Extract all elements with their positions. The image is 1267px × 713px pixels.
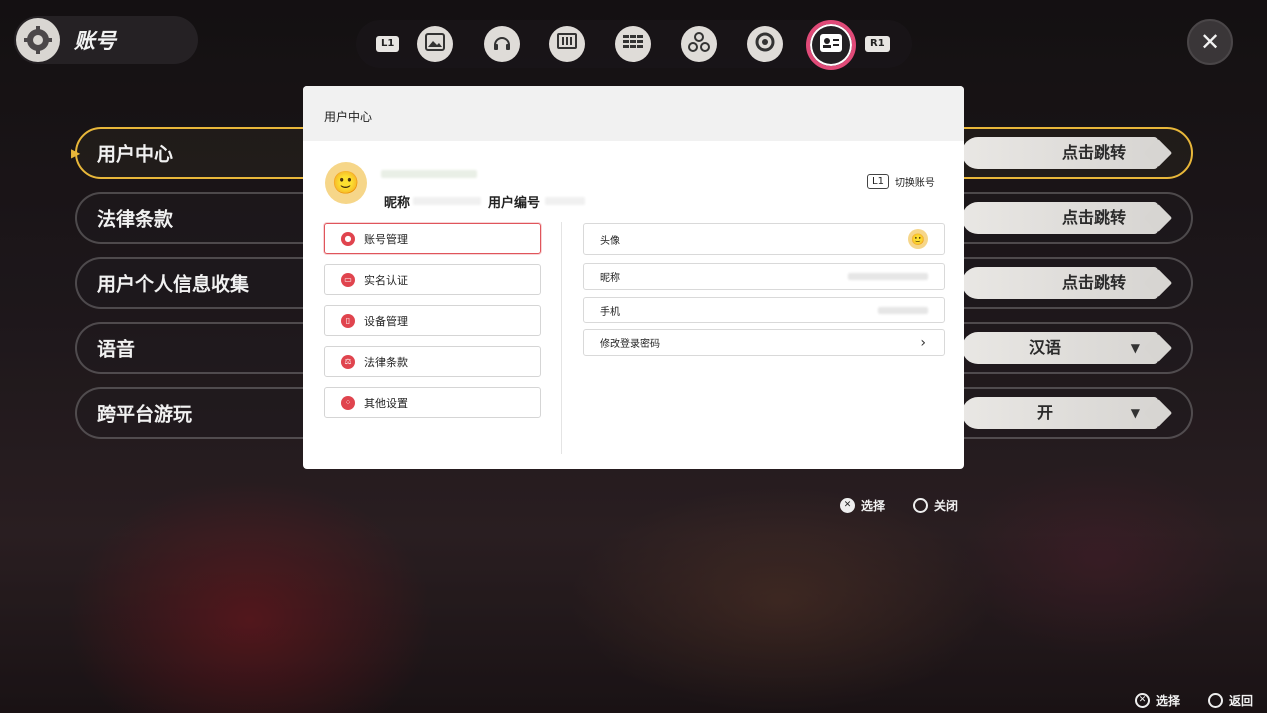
select-hint: ✕ 选择: [840, 497, 885, 514]
dropdown-caret-icon: ▼: [1130, 406, 1140, 420]
bars-icon: [557, 33, 577, 55]
bottom-back-hint[interactable]: 返回: [1208, 692, 1253, 709]
switch-account-button[interactable]: L1 切换账号: [867, 174, 935, 189]
change-password-row[interactable]: 修改登录密码 ›: [583, 329, 945, 356]
tab-other[interactable]: [747, 26, 783, 62]
page-header: 账号: [14, 16, 198, 64]
account-management-button[interactable]: ● 账号管理: [324, 223, 541, 254]
menu-row-label: 用户中心: [97, 143, 174, 166]
tab-account[interactable]: [806, 20, 856, 70]
button-label: 实名认证: [364, 273, 408, 287]
blurred-name: [381, 170, 477, 178]
row-label: 修改登录密码: [600, 339, 660, 350]
user-avatar: 🙂: [325, 162, 367, 204]
avatar-thumbnail: 🙂: [908, 229, 928, 249]
bottom-select-hint: ✕ 选择: [1135, 692, 1180, 709]
row-label: 手机: [600, 306, 620, 318]
menu-row-label: 法律条款: [97, 208, 174, 231]
cross-button-icon: ✕: [1135, 693, 1150, 708]
jump-button[interactable]: 点击跳转: [962, 267, 1158, 299]
circle-button-icon: [1208, 693, 1223, 708]
tab-controls[interactable]: [615, 26, 651, 62]
headphones-icon: [492, 33, 512, 55]
close-button[interactable]: ✕: [1187, 19, 1233, 65]
device-management-button[interactable]: ▯ 设备管理: [324, 305, 541, 336]
tab-graphics[interactable]: [549, 26, 585, 62]
other-settings-button[interactable]: ⁘ 其他设置: [324, 387, 541, 418]
device-icon: ▯: [341, 313, 355, 328]
real-name-auth-button[interactable]: ▭ 实名认证: [324, 264, 541, 295]
blurred-phone-value: [878, 306, 928, 314]
nickname-row[interactable]: 昵称: [583, 263, 945, 290]
row-label: 头像: [600, 235, 620, 247]
uid-label: 用户编号: [488, 196, 541, 211]
id-card-icon: ▭: [341, 272, 355, 287]
jump-button[interactable]: 点击跳转: [962, 202, 1158, 234]
tab-social[interactable]: [681, 26, 717, 62]
phone-row[interactable]: 手机: [583, 297, 945, 323]
jump-button-label: 点击跳转: [1062, 208, 1127, 227]
r1-key-hint[interactable]: R1: [865, 36, 890, 52]
jump-button[interactable]: 点击跳转: [962, 137, 1158, 169]
keyboard-icon: [622, 34, 644, 54]
chevron-right-icon: ›: [920, 334, 926, 351]
gavel-icon: ⚖: [341, 354, 355, 369]
close-hint[interactable]: 关闭: [913, 497, 958, 514]
menu-row-label: 用户个人信息收集: [97, 273, 250, 296]
selection-arrow-icon: ▶: [71, 146, 81, 160]
people-icon: [688, 32, 710, 56]
tab-audio[interactable]: [484, 26, 520, 62]
switch-account-label: 切换账号: [894, 178, 935, 189]
blurred-nickname-value: [848, 273, 928, 280]
blurred-uid: [545, 197, 585, 205]
nickname-label: 昵称: [384, 196, 411, 211]
voice-language-select[interactable]: 汉语 ▼: [962, 332, 1158, 364]
image-icon: [425, 33, 445, 55]
divider: [561, 222, 562, 454]
circle-button-icon: [913, 498, 928, 513]
jump-button-label: 点击跳转: [1062, 273, 1127, 292]
grid-icon: ⁘: [341, 395, 355, 410]
crossplay-select[interactable]: 开 ▼: [962, 397, 1158, 429]
row-label: 昵称: [600, 273, 620, 284]
gear-icon: [16, 18, 60, 62]
jump-button-label: 点击跳转: [1062, 143, 1127, 162]
page-title: 账号: [74, 29, 116, 53]
select-hint-label: 选择: [861, 499, 886, 513]
legal-terms-button[interactable]: ⚖ 法律条款: [324, 346, 541, 377]
tab-display[interactable]: [417, 26, 453, 62]
button-label: 法律条款: [364, 355, 408, 369]
menu-row-label: 语音: [97, 338, 136, 361]
user-icon: ●: [341, 231, 355, 246]
button-label: 设备管理: [364, 314, 408, 328]
close-icon: ✕: [1199, 28, 1221, 56]
user-center-modal: 用户中心 🙂 昵称 用户编号 L1 切换账号 ● 账号管理 ▭ 实名认证 ▯ 设备管理…: [303, 86, 964, 469]
cross-button-icon: ✕: [840, 498, 855, 513]
close-hint-label: 关闭: [934, 499, 959, 513]
button-label: 账号管理: [364, 232, 408, 246]
category-tabs: L1 R1: [356, 20, 912, 70]
avatar-row[interactable]: 头像 🙂: [583, 223, 945, 255]
bottom-select-label: 选择: [1156, 694, 1181, 708]
avatar-face-icon: 🙂: [332, 170, 360, 196]
modal-title: 用户中心: [324, 110, 373, 124]
l1-key-hint[interactable]: L1: [376, 36, 400, 52]
menu-row-label: 跨平台游玩: [97, 403, 193, 426]
l1-key-hint: L1: [867, 174, 889, 189]
crossplay-value: 开: [1036, 403, 1053, 422]
bottom-back-label: 返回: [1229, 694, 1254, 708]
refresh-icon: [754, 31, 776, 57]
modal-header: 用户中心: [303, 86, 964, 141]
voice-language-value: 汉语: [1028, 338, 1061, 357]
id-card-icon: [819, 33, 843, 57]
blurred-nickname: [413, 197, 481, 205]
dropdown-caret-icon: ▼: [1130, 341, 1140, 355]
button-label: 其他设置: [364, 396, 408, 410]
